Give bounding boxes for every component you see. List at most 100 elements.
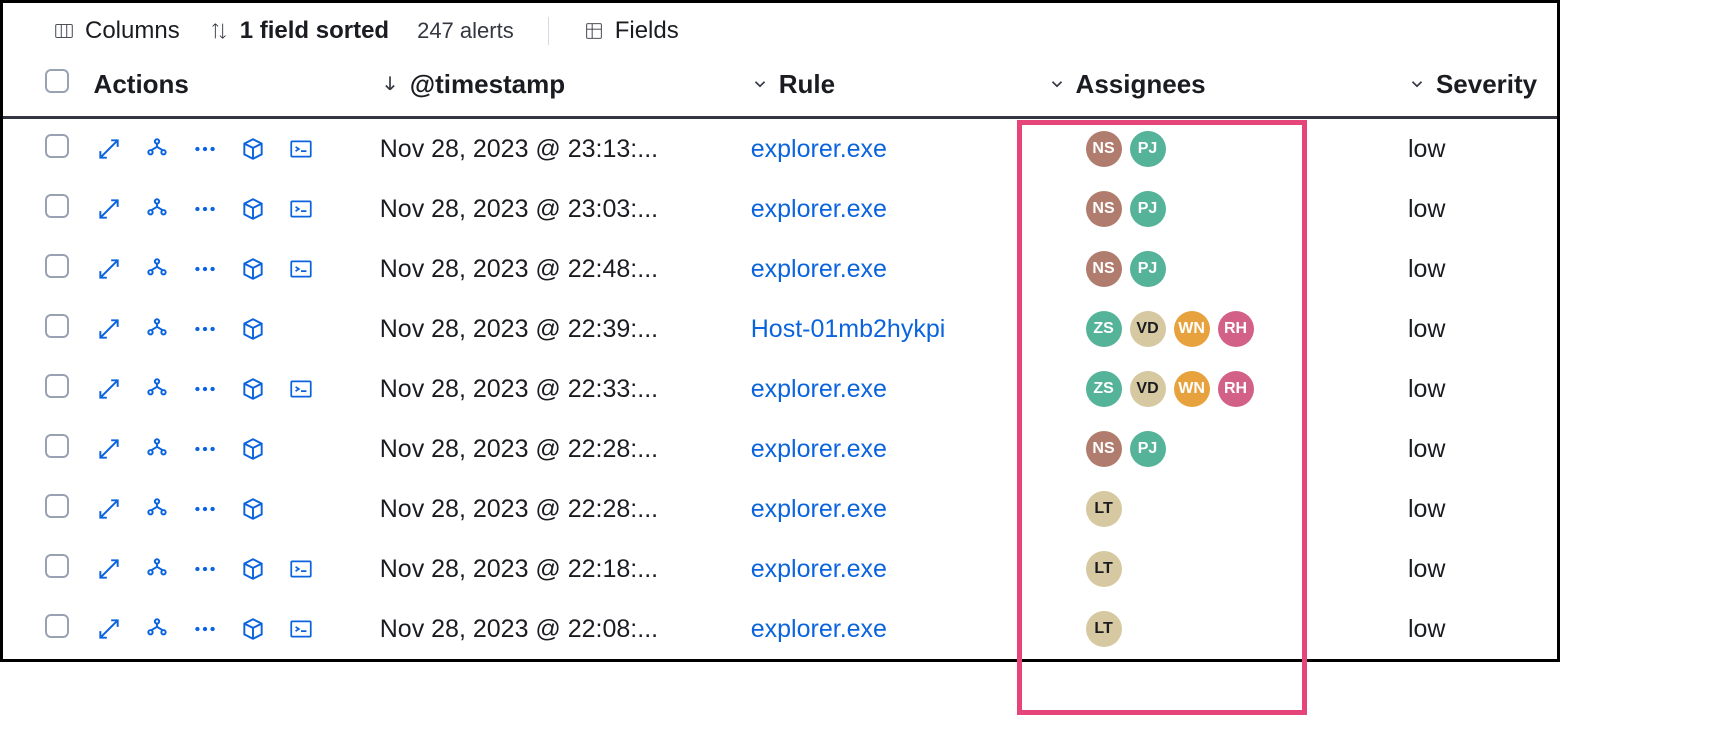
avatar[interactable]: NS [1086,431,1122,467]
analyze-icon[interactable] [142,134,172,164]
sort-button[interactable]: 1 field sorted [208,17,389,45]
chevron-down-icon [751,69,769,100]
row-checkbox[interactable] [45,494,69,518]
avatar[interactable]: RH [1218,371,1254,407]
analyze-icon[interactable] [142,494,172,524]
assignees-cell: LT [1038,479,1398,539]
analyze-icon[interactable] [142,554,172,584]
cube-icon[interactable] [238,374,268,404]
row-checkbox[interactable] [45,554,69,578]
header-checkbox[interactable] [3,55,84,118]
more-actions-icon[interactable] [190,314,220,344]
cube-icon[interactable] [238,134,268,164]
header-assignees[interactable]: Assignees [1038,55,1398,118]
avatar[interactable]: LT [1086,491,1122,527]
expand-icon[interactable] [94,194,124,224]
timestamp-cell: Nov 28, 2023 @ 22:08:... [370,599,741,659]
expand-icon[interactable] [94,554,124,584]
more-actions-icon[interactable] [190,434,220,464]
severity-cell: low [1398,419,1557,479]
header-severity[interactable]: Severity [1398,55,1557,118]
more-actions-icon[interactable] [190,374,220,404]
assignees-cell: NSPJ [1038,118,1398,180]
cube-icon[interactable] [238,314,268,344]
fields-button[interactable]: Fields [583,17,679,45]
avatar[interactable]: WN [1174,311,1210,347]
row-checkbox[interactable] [45,374,69,398]
sort-label: 1 field sorted [240,17,389,45]
rule-link[interactable]: explorer.exe [751,135,887,163]
table-row: Nov 28, 2023 @ 23:13:...explorer.exeNSPJ… [3,118,1557,180]
expand-icon[interactable] [94,494,124,524]
avatar[interactable]: VD [1130,311,1166,347]
session-view-icon[interactable] [286,194,316,224]
avatar[interactable]: ZS [1086,311,1122,347]
avatar[interactable]: PJ [1130,191,1166,227]
analyze-icon[interactable] [142,254,172,284]
header-timestamp[interactable]: @timestamp [370,55,741,118]
rule-link[interactable]: explorer.exe [751,555,887,583]
cube-icon[interactable] [238,614,268,644]
rule-link[interactable]: explorer.exe [751,195,887,223]
more-actions-icon[interactable] [190,494,220,524]
severity-cell: low [1398,239,1557,299]
row-checkbox[interactable] [45,194,69,218]
rule-link[interactable]: Host-01mb2hykpi [751,315,946,343]
table-row: Nov 28, 2023 @ 22:28:...explorer.exeLTlo… [3,479,1557,539]
cube-icon[interactable] [238,254,268,284]
session-view-icon[interactable] [286,134,316,164]
avatar[interactable]: ZS [1086,371,1122,407]
analyze-icon[interactable] [142,614,172,644]
expand-icon[interactable] [94,434,124,464]
more-actions-icon[interactable] [190,254,220,284]
avatar[interactable]: NS [1086,131,1122,167]
avatar[interactable]: PJ [1130,251,1166,287]
session-view-icon[interactable] [286,614,316,644]
analyze-icon[interactable] [142,314,172,344]
rule-link[interactable]: explorer.exe [751,375,887,403]
expand-icon[interactable] [94,134,124,164]
more-actions-icon[interactable] [190,194,220,224]
avatar[interactable]: LT [1086,611,1122,647]
expand-icon[interactable] [94,314,124,344]
avatar[interactable]: RH [1218,311,1254,347]
cube-icon[interactable] [238,194,268,224]
session-view-icon[interactable] [286,554,316,584]
header-rule[interactable]: Rule [741,55,1038,118]
severity-cell: low [1398,599,1557,659]
cube-icon[interactable] [238,434,268,464]
rule-link[interactable]: explorer.exe [751,615,887,643]
row-checkbox[interactable] [45,254,69,278]
table-row: Nov 28, 2023 @ 22:28:...explorer.exeNSPJ… [3,419,1557,479]
avatar[interactable]: NS [1086,191,1122,227]
rule-link[interactable]: explorer.exe [751,255,887,283]
columns-button[interactable]: Columns [53,17,180,45]
avatar[interactable]: WN [1174,371,1210,407]
expand-icon[interactable] [94,374,124,404]
rule-link[interactable]: explorer.exe [751,435,887,463]
more-actions-icon[interactable] [190,554,220,584]
avatar[interactable]: LT [1086,551,1122,587]
row-checkbox[interactable] [45,434,69,458]
more-actions-icon[interactable] [190,134,220,164]
rule-link[interactable]: explorer.exe [751,495,887,523]
expand-icon[interactable] [94,254,124,284]
cube-icon[interactable] [238,494,268,524]
row-checkbox[interactable] [45,314,69,338]
analyze-icon[interactable] [142,194,172,224]
row-checkbox[interactable] [45,134,69,158]
avatar[interactable]: PJ [1130,131,1166,167]
avatar[interactable]: PJ [1130,431,1166,467]
avatar[interactable]: VD [1130,371,1166,407]
session-view-icon[interactable] [286,374,316,404]
expand-icon[interactable] [94,614,124,644]
row-checkbox[interactable] [45,614,69,638]
columns-label: Columns [85,17,180,45]
table-row: Nov 28, 2023 @ 22:39:...Host-01mb2hykpiZ… [3,299,1557,359]
avatar[interactable]: NS [1086,251,1122,287]
more-actions-icon[interactable] [190,614,220,644]
analyze-icon[interactable] [142,434,172,464]
session-view-icon[interactable] [286,254,316,284]
cube-icon[interactable] [238,554,268,584]
analyze-icon[interactable] [142,374,172,404]
